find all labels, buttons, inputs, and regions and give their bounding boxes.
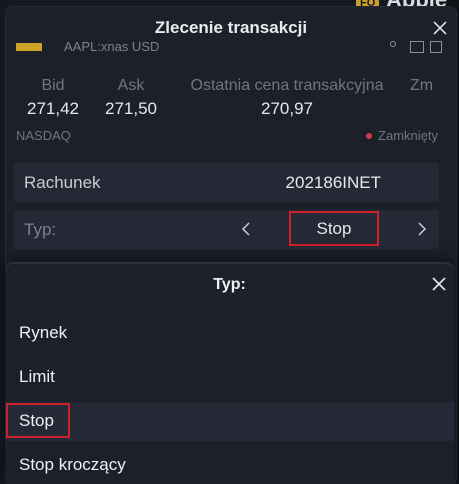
symbol-toolbar — [384, 37, 444, 55]
quote-ask-value: 271,50 — [105, 99, 157, 118]
symbol-row: AAPL:xnas USD — [16, 37, 446, 55]
option-label: Stop — [19, 411, 54, 430]
option-label: Stop kroczący — [19, 455, 126, 474]
sheet-title: Typ: — [213, 276, 246, 293]
option-market[interactable]: Rynek — [5, 314, 454, 353]
close-icon[interactable] — [430, 18, 450, 38]
status-dot-icon — [366, 132, 373, 139]
option-trailing-stop[interactable]: Stop kroczący — [5, 446, 454, 484]
quote-change: Zm — [410, 77, 450, 95]
quote-bid-label: Bid — [41, 77, 65, 94]
quote-last-value: 270,97 — [261, 99, 313, 118]
account-label: Rachunek — [24, 173, 101, 192]
quote-last: Ostatnia cena transakcyjna 270,97 — [176, 77, 398, 119]
quote-bid-value: 271,42 — [27, 99, 79, 118]
order-type-selector[interactable]: Stop — [289, 211, 379, 246]
exchange-name: NASDAQ — [16, 128, 71, 143]
quote-ask: Ask 271,50 — [96, 77, 166, 119]
sheet-close-icon[interactable] — [429, 274, 449, 294]
chevron-right-icon[interactable] — [413, 221, 429, 237]
quote-change-label: Zm — [410, 77, 434, 94]
order-type-label: Typ: — [24, 220, 57, 239]
chart-icon[interactable] — [410, 41, 424, 53]
account-row[interactable]: Rachunek 202186INET — [14, 163, 439, 202]
dialog-title: Zlecenie transakcji — [154, 18, 308, 37]
order-type-sheet: Typ: Rynek Limit Stop Stop kroczący — [5, 264, 454, 484]
option-label: Rynek — [19, 323, 68, 342]
info-icon[interactable] — [390, 41, 396, 47]
add-icon[interactable] — [430, 41, 442, 53]
quote-last-label: Ostatnia cena transakcyjna — [190, 77, 384, 94]
option-stop[interactable]: Stop — [5, 402, 454, 441]
market-status: Zamknięty — [366, 128, 438, 143]
quote-ask-label: Ask — [117, 77, 145, 94]
account-value: 202186INET — [285, 173, 381, 192]
option-limit[interactable]: Limit — [5, 358, 454, 397]
market-status-text: Zamknięty — [378, 128, 438, 143]
chevron-left-icon[interactable] — [239, 221, 255, 237]
quote-bid: Bid 271,42 — [16, 77, 90, 119]
instrument-flag-icon — [16, 43, 42, 51]
order-type-row: Typ: Stop — [14, 210, 439, 249]
instrument-symbol: AAPL:xnas USD — [64, 39, 160, 54]
option-label: Limit — [19, 367, 55, 386]
